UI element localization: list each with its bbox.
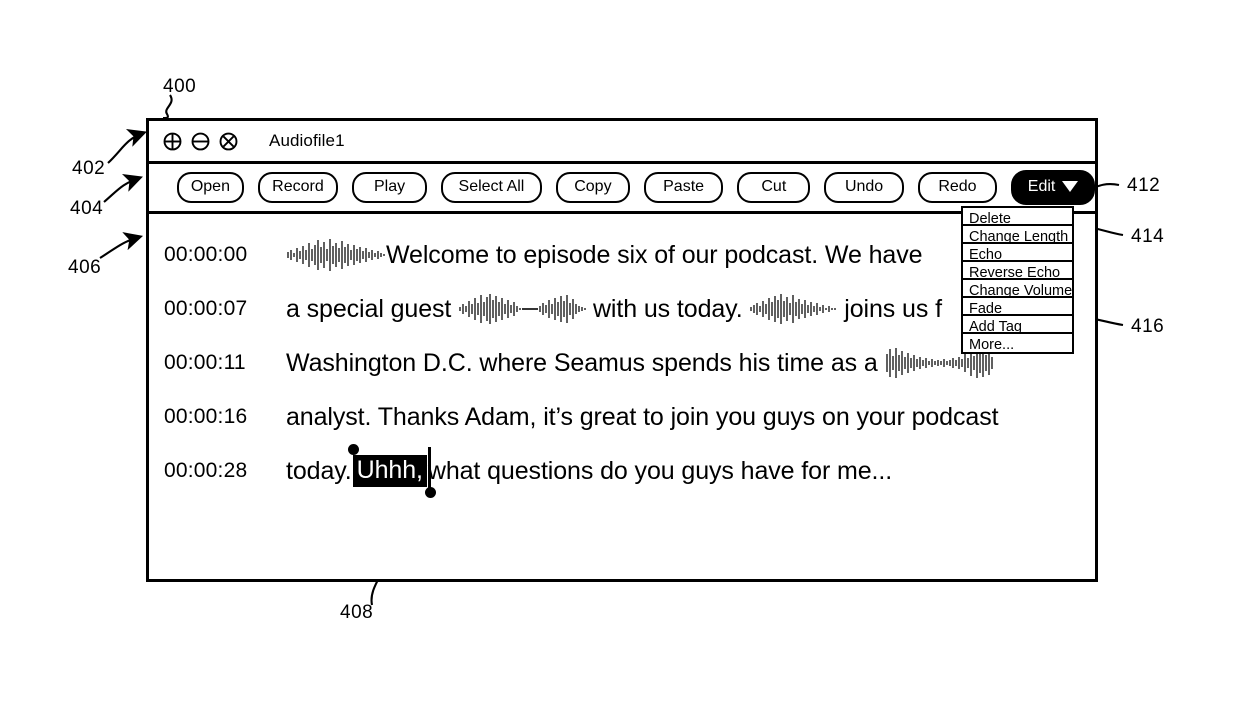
transcript-text[interactable]: today. Uhhh, what questions do you guys … <box>286 444 893 498</box>
edit-menu-button[interactable]: Edit <box>1011 169 1095 206</box>
transcript-row[interactable]: 00:00:00 Welcome to episode six of our p… <box>149 228 1095 282</box>
transcript-panel: 00:00:00 Welcome to episode six of our p… <box>149 214 1095 498</box>
transcript-text-run: joins us f <box>837 294 942 323</box>
waveform-icon[interactable] <box>458 292 586 326</box>
callout-408: 408 <box>340 602 374 623</box>
selection-handle-end[interactable] <box>424 487 436 498</box>
window-titlebar: Audiofile1 <box>149 121 1095 164</box>
transcript-text-run: with us today. <box>586 294 750 323</box>
callout-402: 402 <box>72 158 106 179</box>
window-controls <box>163 132 238 151</box>
timestamp: 00:00:07 <box>164 297 248 320</box>
transcript-row[interactable]: 00:00:28 today. Uhhh, what questions do … <box>149 444 1095 498</box>
play-button[interactable]: Play <box>352 171 427 204</box>
menu-item-echo[interactable]: Echo <box>963 244 1072 262</box>
redo-button[interactable]: Redo <box>917 171 998 204</box>
callout-406: 406 <box>68 257 102 278</box>
window-title: Audiofile1 <box>269 131 345 150</box>
close-icon[interactable] <box>219 132 238 151</box>
callout-416: 416 <box>1131 316 1165 337</box>
menu-item-more[interactable]: More... <box>963 334 1072 352</box>
timestamp: 00:00:16 <box>164 405 248 428</box>
callout-412: 412 <box>1127 175 1161 196</box>
callout-400: 400 <box>163 76 197 97</box>
timestamp: 00:00:28 <box>164 459 248 482</box>
selected-word[interactable]: Uhhh, <box>347 444 436 498</box>
transcript-text-run: Washington D.C. where Seamus spends his … <box>286 348 885 377</box>
transcript-text-run: today. <box>286 456 352 485</box>
menu-item-fade[interactable]: Fade <box>963 298 1072 316</box>
transcript-text[interactable]: Washington D.C. where Seamus spends his … <box>286 346 995 380</box>
timestamp: 00:00:11 <box>164 351 246 374</box>
menu-item-add-tag[interactable]: Add Tag <box>963 316 1072 334</box>
chevron-down-icon <box>1062 181 1079 193</box>
transcript-text[interactable]: analyst. Thanks Adam, it’s great to join… <box>286 402 999 432</box>
transcript-text-run: a special guest <box>286 294 459 323</box>
paste-button[interactable]: Paste <box>643 171 724 204</box>
edit-button-label: Edit <box>1027 177 1056 195</box>
waveform-icon[interactable] <box>286 238 386 272</box>
toolbar: Open Record Play Select All Copy Paste C… <box>149 164 1095 214</box>
transcript-text-run: analyst. Thanks Adam, it’s great to join… <box>286 402 999 431</box>
menu-item-change-volume[interactable]: Change Volume <box>963 280 1072 298</box>
copy-button[interactable]: Copy <box>555 171 630 204</box>
transcript-text[interactable]: Welcome to episode six of our podcast. W… <box>286 238 923 272</box>
transcript-row[interactable]: 00:00:07 a special guest with us today. … <box>149 282 1095 336</box>
callout-404: 404 <box>70 198 104 219</box>
transcript-row[interactable]: 00:00:16 analyst. Thanks Adam, it’s grea… <box>149 390 1095 444</box>
open-button[interactable]: Open <box>177 171 244 204</box>
transcript-text[interactable]: a special guest with us today. joins us … <box>286 292 942 326</box>
cut-button[interactable]: Cut <box>737 171 811 204</box>
transcript-text-run: what questions do you guys have for me..… <box>427 456 893 485</box>
callout-414: 414 <box>1131 226 1165 247</box>
selection-caret <box>427 447 431 491</box>
transcript-text-run: Welcome to episode six of our podcast. W… <box>386 240 923 269</box>
record-button[interactable]: Record <box>257 171 339 204</box>
selection-handle-start[interactable] <box>347 444 359 455</box>
application-window: Audiofile1 Open Record Play Select All C… <box>146 118 1098 582</box>
waveform-icon[interactable] <box>749 292 837 326</box>
menu-item-reverse-echo[interactable]: Reverse Echo <box>963 262 1072 280</box>
menu-item-delete[interactable]: Delete <box>963 208 1072 226</box>
timestamp: 00:00:00 <box>164 243 248 266</box>
menu-item-change-length[interactable]: Change Length <box>963 226 1072 244</box>
minimize-icon[interactable] <box>191 132 210 151</box>
selected-word-label: Uhhh, <box>352 455 427 487</box>
undo-button[interactable]: Undo <box>824 171 904 204</box>
edit-dropdown-menu[interactable]: Delete Change Length Echo Reverse Echo C… <box>961 206 1074 354</box>
select-all-button[interactable]: Select All <box>440 171 542 204</box>
maximize-icon[interactable] <box>163 132 182 151</box>
transcript-row[interactable]: 00:00:11 Washington D.C. where Seamus sp… <box>149 336 1095 390</box>
figure-canvas: 400 402 404 406 408 412 414 416 Audiofil… <box>0 0 1240 724</box>
